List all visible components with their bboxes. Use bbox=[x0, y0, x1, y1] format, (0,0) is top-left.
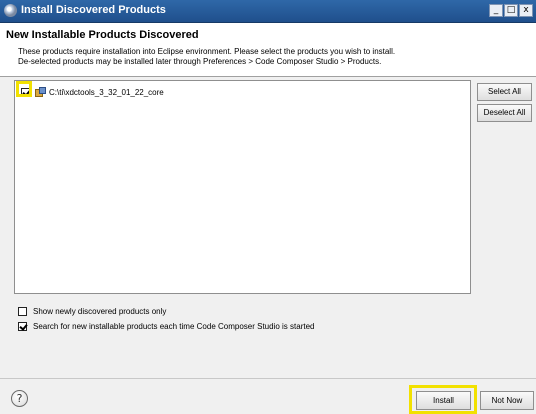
close-button[interactable]: x bbox=[519, 4, 533, 17]
install-dialog: Install Discovered Products _ □ x New In… bbox=[0, 0, 536, 414]
dialog-header: New Installable Products Discovered Thes… bbox=[0, 23, 536, 77]
option-search-on-start[interactable]: Search for new installable products each… bbox=[18, 322, 314, 331]
title-bar[interactable]: Install Discovered Products _ □ x bbox=[0, 0, 536, 23]
dialog-description: These products require installation into… bbox=[18, 47, 395, 67]
description-line-2: De-selected products may be installed la… bbox=[18, 57, 382, 66]
not-now-button[interactable]: Not Now bbox=[480, 391, 534, 410]
show-new-only-checkbox[interactable] bbox=[18, 307, 27, 316]
eclipse-app-icon bbox=[4, 4, 17, 17]
option-show-new-only[interactable]: Show newly discovered products only bbox=[18, 307, 166, 316]
dialog-title: New Installable Products Discovered bbox=[6, 29, 199, 41]
search-on-start-checkbox[interactable] bbox=[18, 322, 27, 331]
maximize-button[interactable]: □ bbox=[504, 4, 518, 17]
search-on-start-label: Search for new installable products each… bbox=[33, 322, 315, 331]
products-list[interactable]: C:\ti\xdctools_3_32_01_22_core bbox=[14, 80, 471, 294]
footer-divider bbox=[0, 378, 536, 379]
minimize-button[interactable]: _ bbox=[489, 4, 503, 17]
install-highlight bbox=[409, 385, 477, 414]
select-all-button[interactable]: Select All bbox=[477, 83, 532, 101]
help-icon[interactable]: ? bbox=[11, 390, 28, 407]
deselect-all-button[interactable]: Deselect All bbox=[477, 104, 532, 122]
list-item[interactable]: C:\ti\xdctools_3_32_01_22_core bbox=[21, 85, 164, 99]
show-new-only-label: Show newly discovered products only bbox=[33, 307, 167, 316]
product-path: C:\ti\xdctools_3_32_01_22_core bbox=[49, 87, 164, 97]
checkbox-highlight bbox=[16, 81, 32, 97]
description-line-1: These products require installation into… bbox=[18, 47, 396, 56]
package-icon bbox=[35, 86, 46, 98]
window-title: Install Discovered Products bbox=[21, 4, 166, 16]
